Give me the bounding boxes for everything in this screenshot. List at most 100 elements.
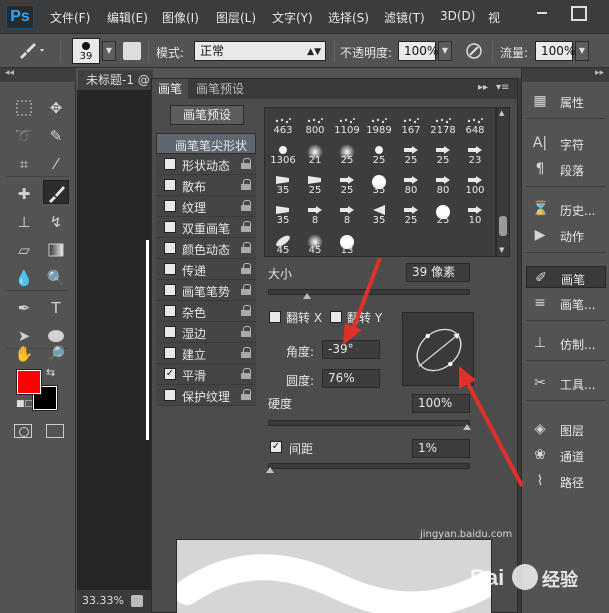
opacity-input[interactable]: 100% — [398, 41, 438, 61]
option-checkbox[interactable] — [164, 242, 176, 254]
tool-preset-picker[interactable] — [16, 41, 46, 61]
pen-tool-icon[interactable]: ✒ — [11, 296, 37, 320]
eraser-tool-icon[interactable]: ▱ — [11, 238, 37, 262]
mode-select[interactable]: 正常 ▲▼ — [194, 41, 326, 61]
brush-option-row[interactable]: 散布 — [156, 175, 256, 196]
tab-brush-presets[interactable]: 画笔预设 — [190, 79, 250, 99]
brush-tip-cell[interactable]: 8 — [331, 198, 363, 228]
marquee-tool-icon[interactable] — [11, 96, 37, 120]
option-checkbox[interactable] — [164, 326, 176, 338]
dock-item[interactable]: ◈ 图层 — [526, 418, 606, 440]
brush-tip-cell[interactable]: 25 — [363, 138, 395, 168]
menu-view[interactable]: 视 — [488, 9, 500, 26]
brush-tip-cell[interactable]: 1989 — [363, 108, 395, 138]
brush-tip-scrollbar[interactable]: ▲ ▼ — [496, 107, 510, 257]
dock-item[interactable]: ✂ 工具... — [526, 372, 606, 394]
lasso-tool-icon[interactable]: ➰ — [11, 124, 37, 148]
brush-preset-dropdown[interactable]: ▼ — [102, 41, 116, 61]
lock-icon[interactable] — [241, 221, 251, 232]
brush-tip-cell[interactable]: 1306 — [267, 138, 299, 168]
type-tool-icon[interactable]: T — [43, 296, 69, 320]
option-checkbox[interactable] — [164, 284, 176, 296]
menu-image[interactable]: 图像(I) — [162, 9, 199, 26]
angle-roundness-widget[interactable] — [402, 312, 474, 386]
brush-tip-cell[interactable]: 800 — [299, 108, 331, 138]
brush-tip-cell[interactable]: 100 — [459, 168, 491, 198]
spacing-slider[interactable] — [266, 463, 470, 473]
quick-mask-icon[interactable] — [14, 424, 32, 438]
blur-tool-icon[interactable]: 💧 — [11, 266, 37, 290]
lock-icon[interactable] — [241, 284, 251, 295]
menu-filter[interactable]: 滤镜(T) — [384, 9, 425, 26]
flow-input[interactable]: 100% — [535, 41, 575, 61]
dock-item[interactable]: ▦ 属性 — [526, 90, 606, 112]
dock-item[interactable]: ⌇ 路径 — [526, 470, 606, 492]
dock-item[interactable]: ❀ 通道 — [526, 444, 606, 466]
zoom-tool-icon[interactable]: 🔎 — [43, 342, 69, 366]
brush-presets-button[interactable]: 画笔预设 — [170, 105, 244, 125]
collapse-icon[interactable]: ◂◂ — [5, 68, 14, 78]
menu-3d[interactable]: 3D(D) — [440, 9, 475, 23]
dock-header[interactable]: ▸▸ — [522, 68, 609, 82]
panel-menu-icon[interactable]: ▾≡ — [496, 82, 509, 93]
option-checkbox[interactable] — [164, 263, 176, 275]
flow-dropdown[interactable]: ▼ — [575, 41, 589, 61]
option-checkbox[interactable] — [164, 200, 176, 212]
brush-tip-cell[interactable]: 45 — [267, 228, 299, 256]
healing-brush-tool-icon[interactable]: ✚ — [11, 182, 37, 206]
menu-file[interactable]: 文件(F) — [50, 9, 90, 26]
brush-option-row[interactable]: 湿边 — [156, 322, 256, 343]
hand-tool-icon[interactable]: ✋ — [11, 342, 37, 366]
clone-stamp-tool-icon[interactable]: ⊥ — [11, 210, 37, 234]
brush-tip-cell[interactable]: 25 — [395, 138, 427, 168]
brush-tip-cell[interactable]: 1109 — [331, 108, 363, 138]
dock-expand-icon[interactable]: ▸▸ — [595, 68, 604, 78]
zoom-level[interactable]: 33.33% — [82, 594, 124, 607]
brush-tool-icon[interactable] — [43, 180, 69, 204]
size-slider[interactable] — [268, 289, 470, 299]
dock-item[interactable]: ⊥ 仿制... — [526, 332, 606, 354]
brush-tip-cell[interactable]: 45 — [299, 228, 331, 256]
flip-x-checkbox[interactable] — [269, 311, 281, 323]
brush-option-row[interactable]: 建立 — [156, 343, 256, 364]
brush-panel-toggle-icon[interactable] — [123, 42, 141, 60]
dodge-tool-icon[interactable]: 🔍 — [43, 266, 69, 290]
hardness-input[interactable]: 100% — [412, 394, 470, 413]
brush-tip-cell[interactable]: 463 — [267, 108, 299, 138]
lock-icon[interactable] — [241, 326, 251, 337]
brush-tip-cell[interactable]: 80 — [427, 168, 459, 198]
brush-tip-cell[interactable]: 35 — [363, 198, 395, 228]
lock-icon[interactable] — [241, 158, 251, 169]
scroll-down-icon[interactable]: ▼ — [499, 246, 504, 254]
brush-tip-cell[interactable]: 13 — [331, 228, 363, 256]
brush-option-row[interactable]: 保护纹理 — [156, 385, 256, 406]
screen-mode-icon[interactable] — [46, 424, 64, 438]
dock-item[interactable]: ≡ 画笔... — [526, 292, 606, 314]
spacing-slider-thumb[interactable] — [266, 467, 274, 473]
brush-option-row[interactable]: 纹理 — [156, 196, 256, 217]
brush-tip-cell[interactable]: 21 — [299, 138, 331, 168]
size-slider-thumb[interactable] — [303, 293, 311, 299]
brush-tip-cell[interactable]: 25 — [427, 198, 459, 228]
flip-y-checkbox[interactable] — [330, 311, 342, 323]
scroll-thumb[interactable] — [499, 216, 507, 236]
brush-option-row[interactable]: 颜色动态 — [156, 238, 256, 259]
option-checkbox[interactable] — [164, 221, 176, 233]
menu-edit[interactable]: 编辑(E) — [107, 9, 148, 26]
history-brush-tool-icon[interactable]: ↯ — [43, 210, 69, 234]
scroll-up-icon[interactable]: ▲ — [499, 109, 504, 117]
menu-select[interactable]: 选择(S) — [328, 9, 369, 26]
lock-icon[interactable] — [241, 389, 251, 400]
lock-icon[interactable] — [241, 179, 251, 190]
minimize-button[interactable] — [527, 1, 557, 23]
dock-item[interactable]: A| 字符 — [526, 132, 606, 154]
option-checkbox[interactable] — [164, 158, 176, 170]
option-checkbox[interactable] — [164, 179, 176, 191]
status-menu-icon[interactable] — [131, 595, 143, 607]
brush-tip-cell[interactable]: 25 — [331, 168, 363, 198]
gradient-tool-icon[interactable] — [43, 238, 69, 262]
swap-colors-icon[interactable]: ⇆ — [46, 366, 55, 379]
brush-option-row[interactable]: 杂色 — [156, 301, 256, 322]
opacity-dropdown[interactable]: ▼ — [438, 41, 452, 61]
size-input[interactable]: 39 像素 — [406, 263, 470, 282]
